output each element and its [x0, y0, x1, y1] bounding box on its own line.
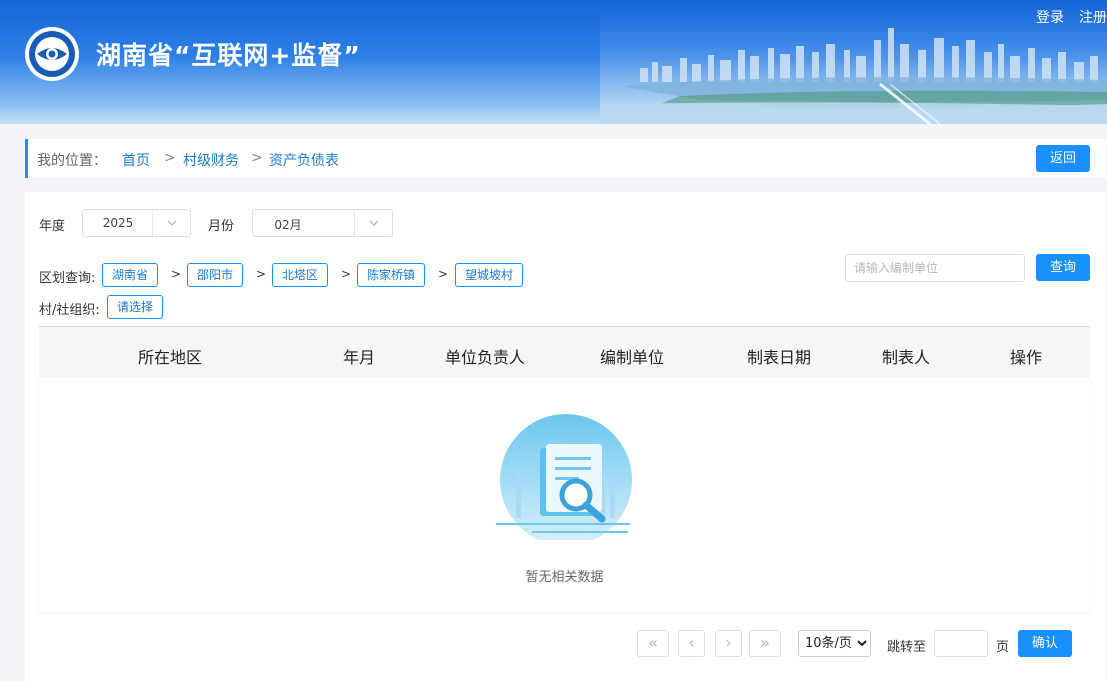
month-label: 月份 — [208, 219, 235, 234]
table-header: 所在地区 年月 单位负责人 编制单位 制表日期 制表人 操作 — [39, 326, 1090, 378]
breadcrumb-home[interactable]: 首页 — [122, 150, 150, 170]
login-link[interactable]: 登录 — [1036, 7, 1064, 27]
breadcrumb-separator: > — [251, 150, 263, 166]
eye-seal-icon — [25, 27, 79, 81]
next-page-button[interactable]: › — [715, 630, 742, 657]
region-tag-town[interactable]: 陈家桥镇 — [357, 263, 426, 287]
region-tag-province[interactable]: 湖南省 — [102, 263, 159, 287]
month-value: 02月 — [274, 218, 302, 232]
region-tag-district[interactable]: 北塔区 — [272, 263, 329, 287]
page-size-select[interactable]: 10条/页 — [798, 630, 871, 657]
column-header-unit-head: 单位负责人 — [445, 348, 526, 367]
region-separator: > — [171, 267, 182, 281]
jump-page-input[interactable] — [934, 630, 988, 657]
year-label: 年度 — [39, 219, 66, 234]
column-header-compiling-unit: 编制单位 — [600, 348, 665, 367]
month-select[interactable]: 02月 — [252, 209, 393, 237]
breadcrumb-label: 我的位置： — [37, 153, 107, 169]
chevron-down-icon — [152, 210, 190, 236]
column-header-region: 所在地区 — [138, 348, 203, 367]
table-body: 暂无相关数据 — [39, 378, 1090, 612]
site-title: 湖南省“互联网+监督” — [96, 41, 361, 70]
confirm-jump-button[interactable]: 确认 — [1018, 630, 1072, 657]
region-label: 区划查询: — [39, 271, 96, 286]
breadcrumb-village-finance[interactable]: 村级财务 — [183, 150, 239, 170]
site-header: 湖南省“互联网+监督” 登录 注册 — [0, 0, 1107, 124]
org-select-button[interactable]: 请选择 — [107, 295, 164, 319]
main-panel: 年度 2025 月份 02月 区划查询: 湖南省 > 邵阳市 > 北塔区 > 陈… — [25, 192, 1106, 681]
back-button[interactable]: 返回 — [1036, 145, 1090, 172]
breadcrumb: 我的位置： 首页 > 村级财务 > 资产负债表 返回 — [25, 139, 1106, 178]
column-header-actions: 操作 — [1010, 348, 1043, 367]
region-separator: > — [341, 267, 352, 281]
city-skyline-image — [600, 0, 1107, 124]
region-tag-village[interactable]: 望城坡村 — [455, 263, 524, 287]
breadcrumb-separator: > — [164, 150, 176, 166]
breadcrumb-balance-sheet[interactable]: 资产负债表 — [269, 150, 339, 170]
year-select[interactable]: 2025 — [82, 209, 191, 237]
register-link[interactable]: 注册 — [1079, 7, 1107, 27]
region-tag-city[interactable]: 邵阳市 — [187, 263, 244, 287]
column-header-year-month: 年月 — [343, 348, 376, 367]
prev-page-button[interactable]: ‹ — [678, 630, 705, 657]
jump-to-label: 跳转至 — [887, 640, 927, 655]
query-button[interactable]: 查询 — [1036, 254, 1090, 281]
first-page-button[interactable]: « — [637, 630, 669, 657]
empty-state-text: 暂无相关数据 — [525, 570, 604, 585]
organization-search-input[interactable] — [845, 254, 1025, 282]
column-header-table-date: 制表日期 — [747, 348, 812, 367]
chevron-down-icon — [354, 210, 392, 236]
region-separator: > — [438, 267, 449, 281]
org-label: 村/社组织: — [39, 303, 100, 318]
page-unit-label: 页 — [996, 640, 1010, 655]
column-header-tabulator: 制表人 — [882, 348, 931, 367]
last-page-button[interactable]: » — [749, 630, 781, 657]
region-separator: > — [256, 267, 267, 281]
document-search-icon — [496, 414, 632, 540]
year-value: 2025 — [102, 216, 134, 230]
